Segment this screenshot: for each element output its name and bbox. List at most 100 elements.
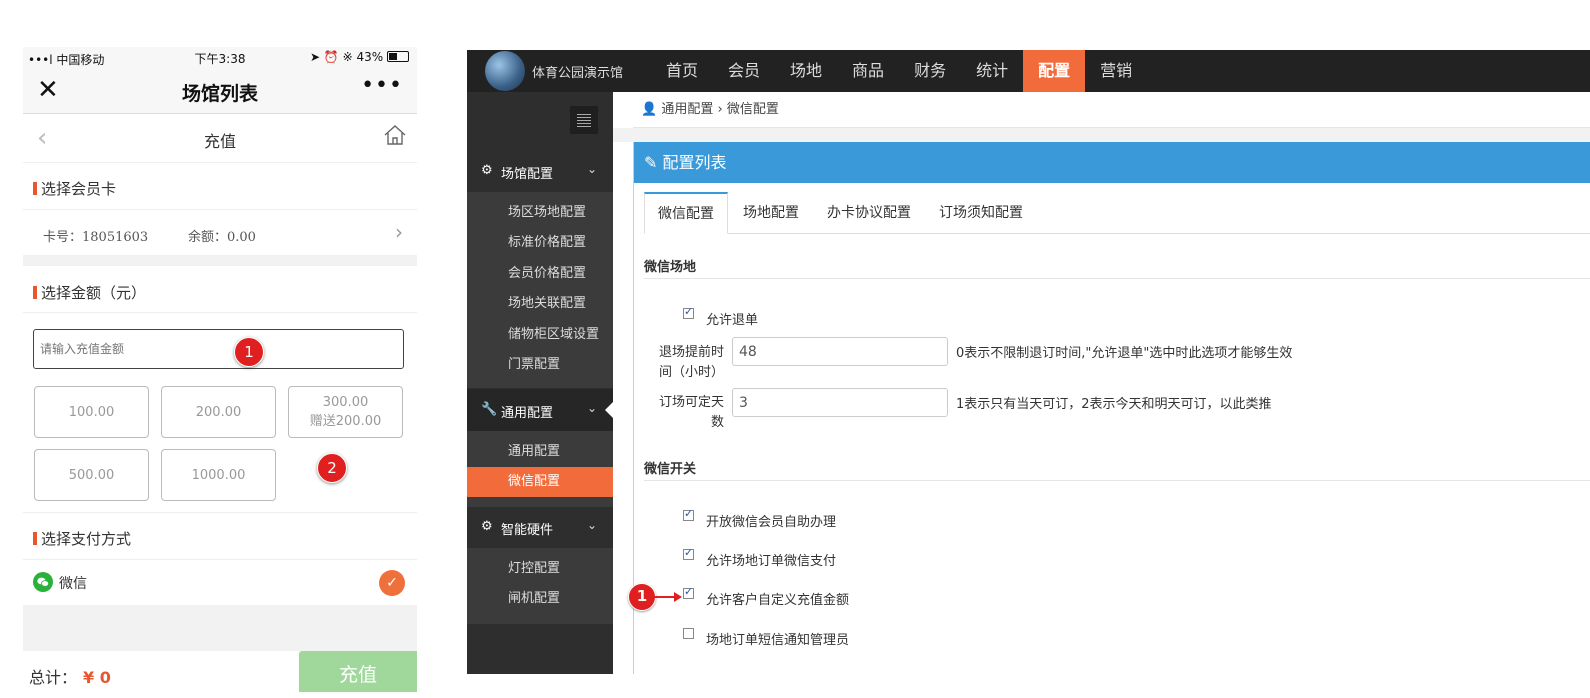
member-card-row[interactable]: 卡号：18051603 余额：0.00 › — [23, 211, 417, 255]
gear-icon: ⚙ — [481, 519, 493, 534]
page-title: 场馆列表 — [181, 83, 258, 105]
sms-notify-label: 场地订单短信通知管理员 — [706, 633, 850, 648]
member-selfservice-checkbox[interactable] — [683, 507, 694, 521]
location-alarm-bluetooth-icons: ➤ ⏰ ※ — [310, 50, 357, 64]
active-pointer — [605, 401, 614, 419]
section-marker — [33, 286, 37, 299]
sidebar-group-label: 场馆配置 — [501, 167, 554, 182]
section-marker — [33, 182, 37, 195]
selected-check-icon: ✓ — [379, 570, 405, 596]
annotation-badge-1: 1 — [234, 337, 264, 367]
more-icon[interactable]: ••• — [361, 73, 403, 98]
bookable-days-hint: 1表示只有当天可订，2表示今天和明天可订，以此类推 — [956, 397, 1272, 412]
amount-option-1000[interactable]: 1000.00 — [161, 449, 276, 501]
chevron-right-icon: › — [395, 220, 403, 244]
card-section-title: 选择会员卡 — [33, 178, 116, 199]
top-menu: 首页 会员 场地 商品 财务 统计 配置 营销 — [651, 50, 1147, 92]
admin-console: 体育公园演示馆 首页 会员 场地 商品 财务 统计 配置 营销 ⚙ 场馆配置 ⌄… — [467, 50, 1590, 674]
breadcrumb-separator: › — [713, 102, 727, 117]
status-bar: •••l 中国移动 下午3:38 ➤ ⏰ ※ 43% — [23, 47, 417, 69]
sidebar-item-member-price[interactable]: 会员价格配置 — [467, 259, 613, 289]
divider — [23, 312, 417, 313]
sidebar-toggle-icon[interactable] — [570, 106, 598, 134]
sidebar-item-gate-config[interactable]: 闸机配置 — [467, 584, 613, 614]
annotation-arrow — [654, 592, 682, 602]
status-right: ➤ ⏰ ※ 43% — [310, 50, 409, 64]
amount-option-500[interactable]: 500.00 — [34, 449, 149, 501]
chevron-down-icon: ⌄ — [586, 401, 597, 415]
amount-option-100[interactable]: 100.00 — [34, 386, 149, 438]
sidebar-group-label: 通用配置 — [501, 406, 554, 421]
custom-recharge-checkbox[interactable] — [683, 585, 694, 599]
sidebar-item-wechat-config[interactable]: 微信配置 — [467, 467, 613, 497]
tab-booking-notice[interactable]: 订场须知配置 — [926, 192, 1036, 232]
sidebar-item-locker-zone[interactable]: 储物柜区域设置 — [467, 320, 613, 350]
amount-value: 100.00 — [68, 404, 115, 420]
toggle-line — [577, 120, 591, 121]
allow-refund-checkbox[interactable] — [683, 305, 694, 319]
topnav-members[interactable]: 会员 — [713, 50, 775, 92]
battery-icon — [387, 51, 409, 62]
sidebar-item-standard-price[interactable]: 标准价格配置 — [467, 228, 613, 258]
amount-section-title: 选择金额（元） — [33, 282, 146, 303]
sidebar-item-venue-link[interactable]: 场地关联配置 — [467, 289, 613, 319]
divider — [23, 512, 417, 513]
tab-wechat-config[interactable]: 微信配置 — [644, 192, 728, 234]
annotation-badge-2: 2 — [317, 453, 347, 483]
amount-value: 1000.00 — [191, 467, 246, 483]
group-divider — [644, 480, 1590, 481]
amount-option-300[interactable]: 300.00 赠送200.00 — [288, 386, 403, 438]
tab-card-agreement[interactable]: 办卡协议配置 — [814, 192, 924, 232]
toggle-line — [577, 117, 591, 118]
wechat-pay-row[interactable]: 微信 ✓ — [23, 561, 417, 605]
breadcrumb-parent[interactable]: 通用配置 — [661, 102, 713, 117]
sidebar-group-smart-hardware[interactable]: ⚙ 智能硬件 ⌄ — [467, 506, 613, 548]
sidebar-submenu-hardware: 灯控配置 闸机配置 — [467, 548, 613, 624]
topnav-goods[interactable]: 商品 — [837, 50, 899, 92]
sidebar-submenu-venue: 场区场地配置 标准价格配置 会员价格配置 场地关联配置 储物柜区域设置 门票配置 — [467, 192, 613, 388]
topnav-marketing[interactable]: 营销 — [1085, 50, 1147, 92]
mobile-recharge-screen: •••l 中国移动 下午3:38 ➤ ⏰ ※ 43% ✕ 场馆列表 ••• ‹ … — [23, 47, 417, 692]
recharge-button[interactable]: 充值 — [299, 651, 417, 692]
topnav-home[interactable]: 首页 — [651, 50, 713, 92]
bookable-days-input[interactable] — [732, 388, 948, 417]
sms-notify-checkbox[interactable] — [683, 628, 694, 639]
topnav-finance[interactable]: 财务 — [899, 50, 961, 92]
pay-section-title: 选择支付方式 — [33, 528, 131, 549]
recharge-amount-input[interactable] — [33, 329, 404, 369]
group-divider — [644, 278, 1590, 279]
bookable-days-label: 订场可定天 数 — [644, 393, 724, 433]
sidebar-item-light-control[interactable]: 灯控配置 — [467, 554, 613, 584]
topnav-venues[interactable]: 场地 — [775, 50, 837, 92]
topnav-stats[interactable]: 统计 — [961, 50, 1023, 92]
battery-percent: 43% — [356, 50, 384, 64]
user-icon: 👤 — [641, 102, 658, 117]
sidebar-item-ticket-config[interactable]: 门票配置 — [467, 350, 613, 380]
sidebar-group-general-config[interactable]: 🔧 通用配置 ⌄ — [467, 389, 613, 431]
custom-recharge-label: 允许客户自定义充值金额 — [706, 593, 850, 608]
sub-title: 充值 — [203, 132, 236, 151]
top-navbar: 体育公园演示馆 首页 会员 场地 商品 财务 统计 配置 营销 — [467, 50, 1590, 92]
sidebar-item-general-config[interactable]: 通用配置 — [467, 437, 613, 467]
member-selfservice-label: 开放微信会员自助办理 — [706, 515, 837, 530]
group-title-wechat-switch: 微信开关 — [644, 462, 697, 477]
refund-advance-input[interactable] — [732, 337, 948, 366]
total-label: 总计： — [29, 668, 78, 687]
brand-name: 体育公园演示馆 — [532, 66, 624, 81]
venue-logo — [485, 51, 525, 91]
sidebar-group-venue-config[interactable]: ⚙ 场馆配置 ⌄ — [467, 150, 613, 192]
chevron-down-icon: ⌄ — [586, 518, 597, 532]
tab-venue-config[interactable]: 场地配置 — [730, 192, 812, 232]
breadcrumb: 👤 通用配置 › 微信配置 — [633, 92, 1590, 128]
total-value: ¥ 0 — [83, 668, 111, 687]
amount-option-200[interactable]: 200.00 — [161, 386, 276, 438]
home-icon[interactable] — [383, 124, 407, 150]
wechat-pay-label: 微信 — [59, 576, 87, 592]
wechat-pay-checkbox[interactable] — [683, 546, 694, 560]
label-line: 退场提前时 — [658, 345, 724, 360]
section-gap — [23, 255, 417, 266]
gears-icon: ⚙ — [481, 163, 493, 178]
topnav-config[interactable]: 配置 — [1023, 50, 1086, 92]
refund-advance-hint: 0表示不限制退订时间,"允许退单"选中时此选项才能够生效 — [956, 346, 1293, 361]
sidebar-item-zone-config[interactable]: 场区场地配置 — [467, 198, 613, 228]
